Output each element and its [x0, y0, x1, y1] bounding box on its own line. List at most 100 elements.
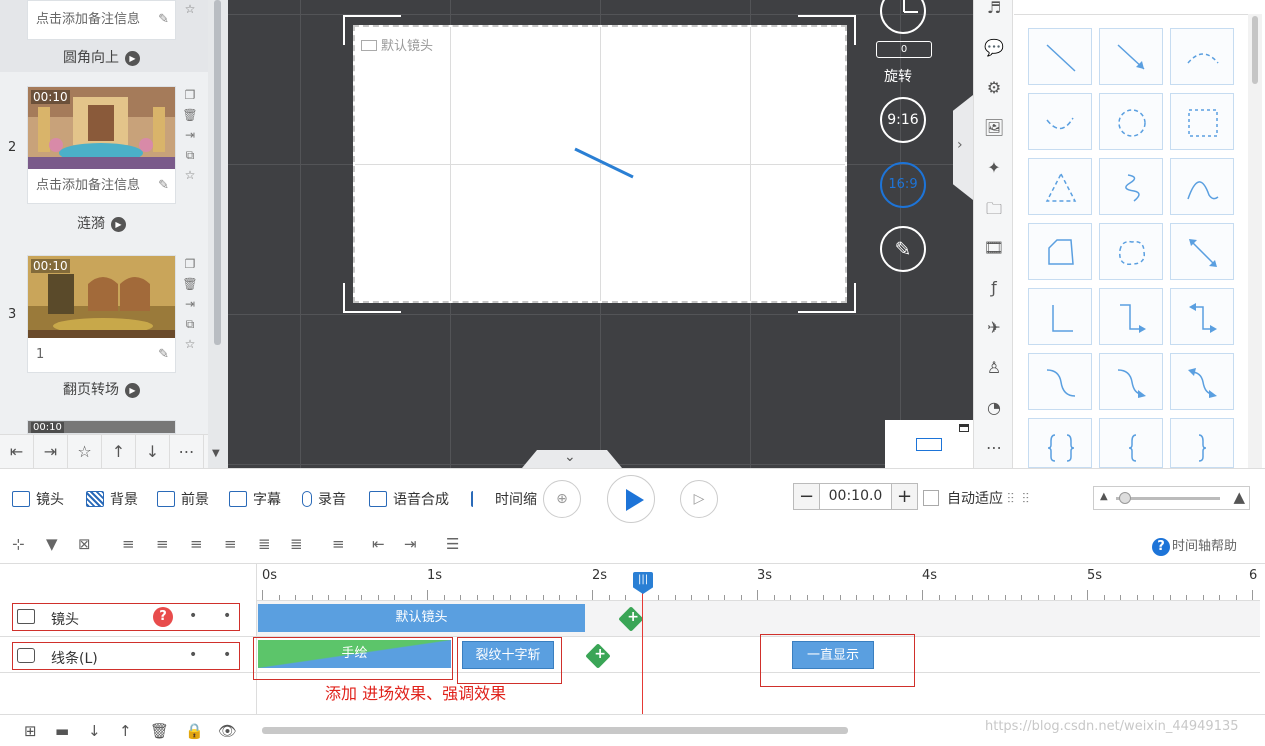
- shape-curly-brace-pair[interactable]: [1028, 418, 1092, 468]
- edit-icon[interactable]: ✎: [158, 338, 169, 372]
- scene-card[interactable]: 00:10 1 ✎: [27, 255, 176, 373]
- image-icon[interactable]: 🖼: [974, 118, 1014, 137]
- move-forward-icon[interactable]: ⇥: [404, 535, 417, 553]
- subtitle-button[interactable]: 字幕: [229, 489, 281, 509]
- increase-duration-button[interactable]: +: [891, 484, 917, 509]
- scene-card[interactable]: 00:10 点击添加备注信息 ✎: [27, 86, 176, 204]
- stage-canvas[interactable]: 默认镜头: [353, 25, 847, 303]
- import-icon[interactable]: ⇤: [0, 435, 34, 469]
- slider-knob[interactable]: [1119, 492, 1131, 504]
- star-icon[interactable]: ☆: [182, 2, 198, 22]
- scene-card[interactable]: 点击添加备注信息 ✎: [27, 0, 176, 40]
- film-icon[interactable]: 🎞: [974, 238, 1014, 257]
- maximize-icon[interactable]: [959, 424, 969, 432]
- scroll-thumb[interactable]: [214, 0, 221, 345]
- play-icon[interactable]: ▶: [125, 382, 140, 398]
- align-right-icon[interactable]: ≡: [190, 535, 203, 553]
- scene-item-4[interactable]: 00:10: [0, 420, 208, 434]
- more-icon[interactable]: ⋯: [974, 438, 1014, 457]
- scene-note[interactable]: 点击添加备注信息 ✎: [28, 1, 175, 39]
- shape-elbow-line[interactable]: [1028, 288, 1092, 345]
- expand-icon[interactable]: ⫶⫶: [1022, 491, 1029, 507]
- zoom-in-icon[interactable]: ▲: [1233, 488, 1245, 506]
- more-icon[interactable]: ⋯: [170, 435, 204, 469]
- decrease-duration-button[interactable]: −: [794, 484, 820, 509]
- shape-circle-dashed[interactable]: [1099, 93, 1163, 150]
- move-down-icon[interactable]: ↓: [88, 722, 101, 740]
- shape-triangle-dashed[interactable]: [1028, 158, 1092, 215]
- duration-stepper[interactable]: − 00:10.0 +: [793, 483, 918, 510]
- folder-icon[interactable]: ▬: [55, 722, 69, 740]
- folder-icon[interactable]: 🗀: [974, 198, 1014, 225]
- visibility-toggle[interactable]: •: [223, 647, 231, 663]
- expand-timeline-tab[interactable]: ⌄: [522, 450, 622, 468]
- move-up-icon[interactable]: ↑: [119, 722, 132, 740]
- play-icon[interactable]: ▶: [125, 50, 140, 66]
- preview-zoom-button[interactable]: ⊕: [543, 480, 581, 518]
- auto-fit-checkbox[interactable]: 自动适应 ⫶⫶ ⫶⫶: [923, 488, 1029, 508]
- shape-rect-dashed[interactable]: [1170, 93, 1234, 150]
- scene-item-3[interactable]: 3 00:10 1 ✎ 翻页转场 ▶ ❐ 🗑 ⇥ ⧉ ☆: [0, 253, 208, 413]
- shape-blob-dashed[interactable]: [1099, 223, 1163, 280]
- music-icon[interactable]: ♬: [974, 0, 1014, 17]
- align-left-icon[interactable]: ≡: [122, 535, 135, 553]
- export-icon[interactable]: ⇥: [182, 128, 198, 148]
- scroll-thumb[interactable]: [1252, 16, 1258, 84]
- shape-double-arrow[interactable]: [1170, 223, 1234, 280]
- foreground-button[interactable]: 前景: [157, 489, 209, 509]
- play-icon[interactable]: ▶: [111, 216, 126, 232]
- scene-thumbnail[interactable]: 00:10: [28, 87, 175, 169]
- lock-toggle[interactable]: •: [189, 608, 197, 624]
- edit-pen-icon[interactable]: ✎: [880, 226, 926, 272]
- copy-icon[interactable]: ❐: [182, 88, 198, 108]
- time-scale-button[interactable]: 时间缩: [471, 489, 537, 509]
- shape-s-curve[interactable]: [1028, 353, 1092, 410]
- sticker-icon[interactable]: ⚙: [974, 78, 1014, 97]
- align-center-icon[interactable]: ≡: [156, 535, 169, 553]
- align-top-icon[interactable]: ≣: [258, 535, 271, 553]
- shape-elbow-double-arrow[interactable]: [1170, 288, 1234, 345]
- move-down-icon[interactable]: ↓: [136, 435, 170, 469]
- export-icon[interactable]: ⇥: [182, 297, 198, 317]
- track-label-line[interactable]: 线条(L) • •: [12, 642, 240, 670]
- delete-icon[interactable]: 🗑: [182, 108, 198, 128]
- shape-s-curve-arrow[interactable]: [1099, 353, 1163, 410]
- shape-polygon[interactable]: [1028, 223, 1092, 280]
- edit-icon[interactable]: ✎: [158, 169, 169, 203]
- checkbox[interactable]: [923, 490, 939, 506]
- character-icon[interactable]: ♙: [974, 358, 1014, 377]
- add-folder-icon[interactable]: ⊞: [24, 722, 37, 740]
- shape-curve-arrow[interactable]: [1028, 93, 1092, 150]
- magic-wand-icon[interactable]: ✦: [974, 158, 1014, 177]
- star-icon[interactable]: ☆: [182, 168, 198, 188]
- duration-value[interactable]: 00:10.0: [820, 488, 891, 504]
- ratio-16-9-button[interactable]: 16:9: [880, 162, 926, 208]
- lock-icon[interactable]: 🔒: [185, 722, 204, 740]
- delete-icon[interactable]: 🗑: [182, 277, 198, 297]
- lock-toggle[interactable]: •: [189, 647, 197, 663]
- zoom-slider[interactable]: ▲ ▲: [1093, 486, 1250, 510]
- scene-note[interactable]: 1 ✎: [28, 338, 175, 372]
- background-button[interactable]: 背景: [86, 489, 138, 509]
- scene-scrollbar[interactable]: ▼: [208, 0, 228, 468]
- timeline-ruler[interactable]: 0s 1s 2s 3s 4s 5s 6: [257, 564, 1260, 601]
- record-button[interactable]: 录音: [302, 489, 346, 509]
- scene-note[interactable]: 点击添加备注信息 ✎: [28, 169, 175, 203]
- shape-line[interactable]: [1028, 28, 1092, 85]
- clear-filter-icon[interactable]: ⊠: [78, 535, 91, 553]
- shape-right-brace[interactable]: [1170, 418, 1234, 468]
- play-scene-button[interactable]: ▷: [680, 480, 718, 518]
- scene-card[interactable]: 00:10: [27, 420, 176, 434]
- ratio-9-16-button[interactable]: 9:16: [880, 97, 926, 143]
- shape-spiral[interactable]: [1099, 158, 1163, 215]
- tts-button[interactable]: 语音合成: [369, 489, 449, 509]
- filter-icon[interactable]: ▼: [46, 535, 58, 553]
- formula-icon[interactable]: ƒ: [974, 278, 1014, 297]
- play-button[interactable]: [607, 475, 655, 523]
- speech-bubble-icon[interactable]: 💬: [974, 38, 1014, 57]
- track-row-line[interactable]: 线条(L) • •: [0, 637, 1260, 673]
- clip-default-camera[interactable]: 默认镜头: [258, 604, 585, 632]
- move-back-icon[interactable]: ⇤: [372, 535, 385, 553]
- scene-item-1[interactable]: 点击添加备注信息 ✎ 圆角向上 ▶ ☆: [0, 0, 208, 72]
- pie-chart-icon[interactable]: ◔: [974, 398, 1014, 417]
